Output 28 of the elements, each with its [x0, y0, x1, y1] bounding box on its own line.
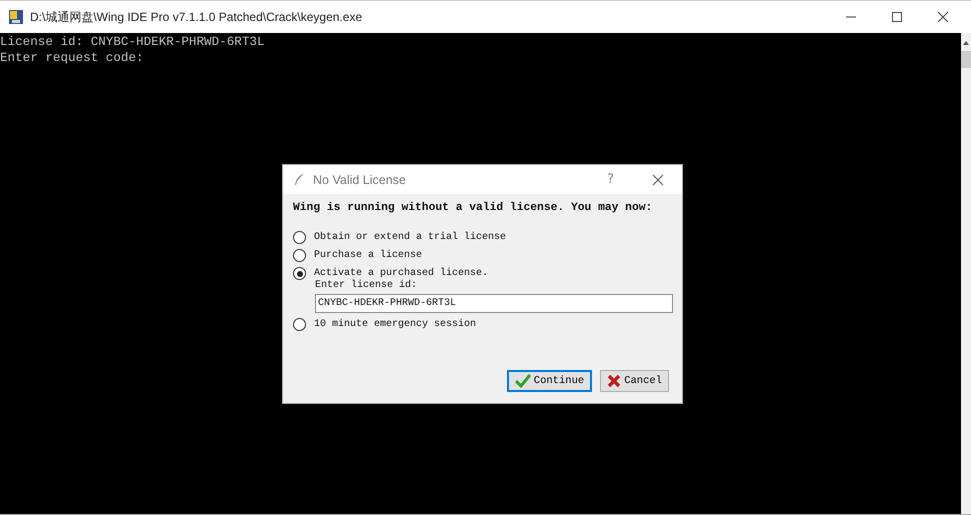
dialog-title: No Valid License — [313, 172, 406, 186]
radio-button[interactable] — [293, 231, 306, 244]
option-label[interactable]: Obtain or extend a trial license — [314, 232, 506, 243]
option-label[interactable]: Activate a purchased license. — [314, 268, 488, 279]
feather-icon — [293, 172, 305, 186]
continue-button[interactable]: Continue — [506, 370, 592, 392]
close-icon[interactable] — [652, 174, 664, 186]
console-line: License id: CNYBC-HDEKR-PHRWD-6RT3L — [0, 34, 266, 50]
cancel-button[interactable]: Cancel — [600, 370, 669, 392]
scrollbar[interactable] — [961, 33, 971, 514]
check-icon — [514, 374, 531, 388]
radio-button[interactable] — [293, 318, 306, 331]
dialog-message: Wing is running without a valid license. You may now: — [293, 202, 654, 214]
window-title: D:\城通网盘\Wing IDE Pro v7.1.1.0 Patched\Crack\keygen.exe — [30, 8, 362, 26]
cross-icon — [607, 374, 622, 388]
option-label[interactable]: 10 minute emergency session — [314, 319, 476, 330]
scroll-thumb[interactable] — [961, 51, 971, 68]
maximize-icon[interactable] — [891, 11, 903, 23]
license-id-field[interactable]: CNYBC-HDEKR-PHRWD-6RT3L — [315, 294, 673, 313]
console-line: Enter request code: — [0, 50, 145, 66]
scroll-up-icon[interactable] — [962, 39, 970, 47]
radio-button[interactable] — [293, 249, 306, 262]
app-icon — [8, 9, 24, 25]
option-label[interactable]: Purchase a license — [314, 250, 422, 261]
help-button[interactable]: ? — [607, 172, 614, 187]
field-label: Enter license id: — [315, 280, 418, 291]
radio-button[interactable] — [293, 267, 306, 280]
close-icon[interactable] — [937, 11, 949, 23]
